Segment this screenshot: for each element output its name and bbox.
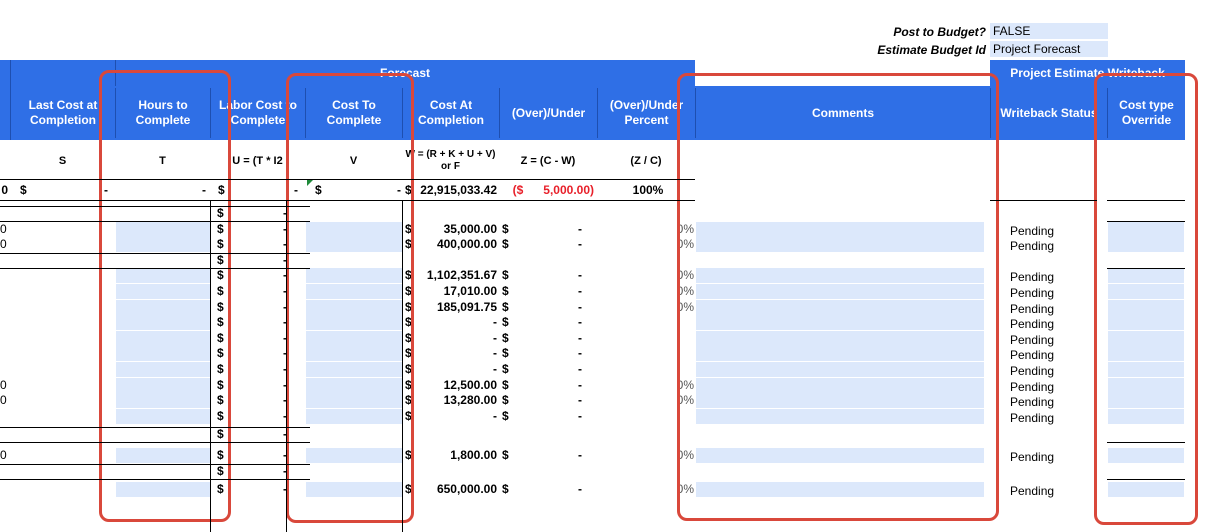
cost-at-value: 1,800.00 [450,448,497,462]
estimate-budget-id-label: Estimate Budget Id [877,43,986,57]
highlight-hours-to-complete [99,70,231,522]
over-under-value: - [578,315,582,329]
over-under-value: - [578,268,582,282]
post-to-budget-value[interactable]: FALSE [990,23,1108,39]
over-under-value: - [578,237,582,251]
section-row-border [1107,221,1185,222]
writeback-status: Pending [1010,395,1055,409]
column-header-cost-at: Cost At Completion [402,88,499,138]
over-under-value: - [578,393,582,407]
total-row-border-right [990,200,1097,201]
total-last-cost-value: - [104,183,108,197]
writeback-status: Pending [1010,302,1055,316]
section-row-border [0,253,310,254]
over-under-value: - [578,362,582,376]
total-over-under-value: ($ 5,000.00) [512,183,594,197]
writeback-status: Pending [1010,239,1055,253]
section-row-border [0,427,310,428]
cost-at-value: 17,010.00 [443,284,497,298]
writeback-status: Pending [1010,348,1055,362]
cost-at-value: - [493,362,497,376]
section-row-border [0,268,310,269]
highlight-comments [677,73,999,521]
total-row-border [0,200,695,201]
total-cost-at-value: 22,915,033.42 [420,183,497,197]
cost-at-value: 185,091.75 [436,300,497,314]
highlight-cost-type-override [1094,73,1198,525]
labor-right-border [286,201,287,532]
row-left-fragment: 0 [0,393,7,407]
writeback-status: Pending [1010,224,1055,238]
section-row-border [1107,442,1185,443]
writeback-status: Pending [1010,270,1055,284]
formula-row-border [0,179,695,180]
column-header-over: (Over)/Under [499,88,597,138]
over-under-value: - [578,378,582,392]
cost-at-value: - [493,315,497,329]
writeback-status: Pending [1010,380,1055,394]
writeback-status: Pending [1010,286,1055,300]
over-under-value: - [578,409,582,423]
cost-at-value: - [493,331,497,345]
cost-at-value: 13,280.00 [443,393,497,407]
writeback-status: Pending [1010,317,1055,331]
row-left-fragment: 0 [0,237,7,251]
cost-at-value: 1,102,351.67 [426,268,497,282]
over-under-value: - [578,331,582,345]
cost-at-value: 650,000.00 [436,482,497,496]
cost-at-value: 400,000.00 [436,237,497,251]
over-under-value: - [578,222,582,236]
formula-cost-at: W = (R + K + U + V) or F [405,149,496,172]
section-row-border [0,206,310,207]
row-left-fragment: 0 [0,448,7,462]
writeback-status: Pending [1010,333,1055,347]
section-row-border [0,464,310,465]
section-row-border [0,221,310,222]
column-header-wb-status: Writeback Status [990,88,1107,138]
writeback-status: Pending [1010,484,1055,498]
cost-at-value: 12,500.00 [443,378,497,392]
section-row-border [1107,268,1185,269]
formula-over: Z = (C - W) [520,155,576,167]
writeback-status: Pending [1010,364,1055,378]
section-row-border [1107,479,1185,480]
cost-at-value: - [493,346,497,360]
section-row-border [0,479,310,480]
over-under-value: - [578,482,582,496]
writeback-status: Pending [1010,450,1055,464]
total-row-border-right [1107,200,1185,201]
section-row-border [0,442,310,443]
band-divider [10,60,11,86]
estimate-budget-id-value[interactable]: Project Forecast [990,41,1108,57]
total-left-fragment: 0 [1,183,8,197]
cost-at-value: 35,000.00 [443,222,497,236]
over-under-value: - [578,300,582,314]
over-under-value: - [578,346,582,360]
cost-at-value: - [493,409,497,423]
highlight-cost-to-complete [286,73,414,523]
cost-at-left-border [402,201,403,532]
formula-wb-status [990,143,1107,179]
labor-left-border [210,201,211,532]
over-under-value: - [578,284,582,298]
over-under-value: - [578,448,582,462]
row-left-fragment: 0 [0,222,7,236]
post-to-budget-label: Post to Budget? [893,25,986,39]
writeback-status: Pending [1010,411,1055,425]
row-left-fragment: 0 [0,378,7,392]
